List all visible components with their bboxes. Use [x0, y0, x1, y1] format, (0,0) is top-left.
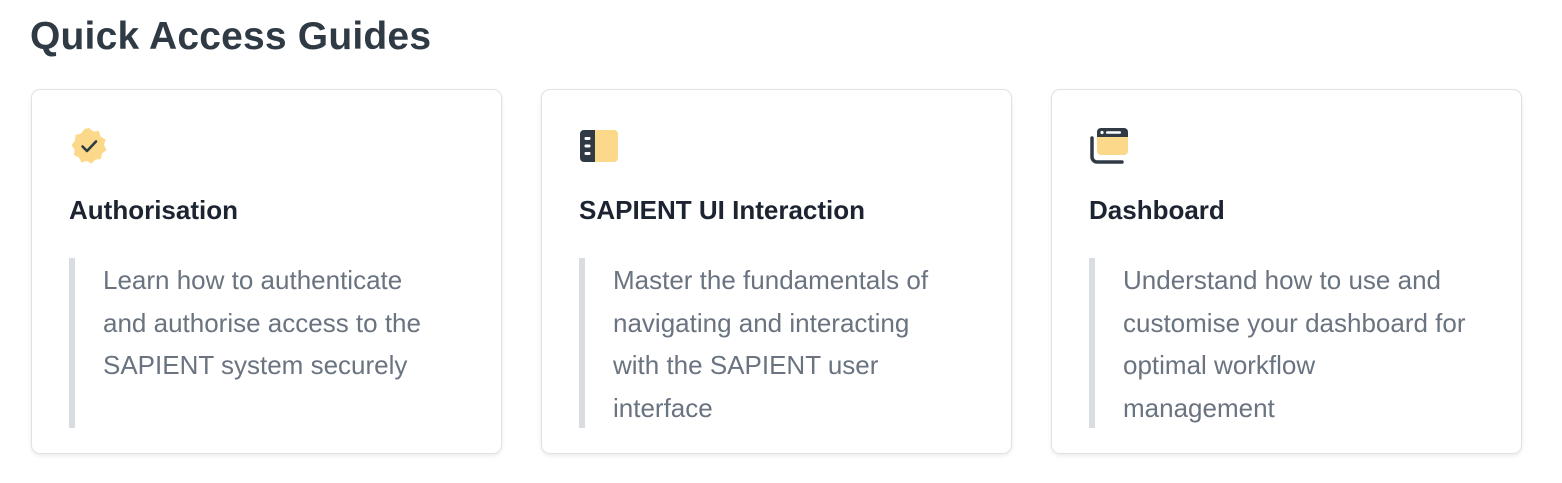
section-title: Quick Access Guides [30, 15, 432, 58]
card-description: Master the fundamentals of navigating an… [579, 258, 959, 428]
card-description: Understand how to use and customise your… [1089, 258, 1469, 428]
card-title: SAPIENT UI Interaction [579, 195, 866, 225]
browser-window-icon [1089, 126, 1129, 166]
card-title: Dashboard [1089, 195, 1225, 225]
guide-card-ui-interaction[interactable]: SAPIENT UI Interaction Master the fundam… [541, 89, 1012, 454]
card-description: Learn how to authenticate and authorise … [69, 258, 449, 428]
card-title: Authorisation [69, 195, 238, 225]
verified-badge-icon [69, 126, 109, 166]
guide-card-authorisation[interactable]: Authorisation Learn how to authenticate … [31, 89, 502, 454]
sidebar-panel-icon [579, 126, 619, 166]
guide-cards: Authorisation Learn how to authenticate … [31, 89, 1522, 454]
quick-access-section: Quick Access Guides Authorisation Learn … [0, 0, 1562, 483]
guide-card-dashboard[interactable]: Dashboard Understand how to use and cust… [1051, 89, 1522, 454]
